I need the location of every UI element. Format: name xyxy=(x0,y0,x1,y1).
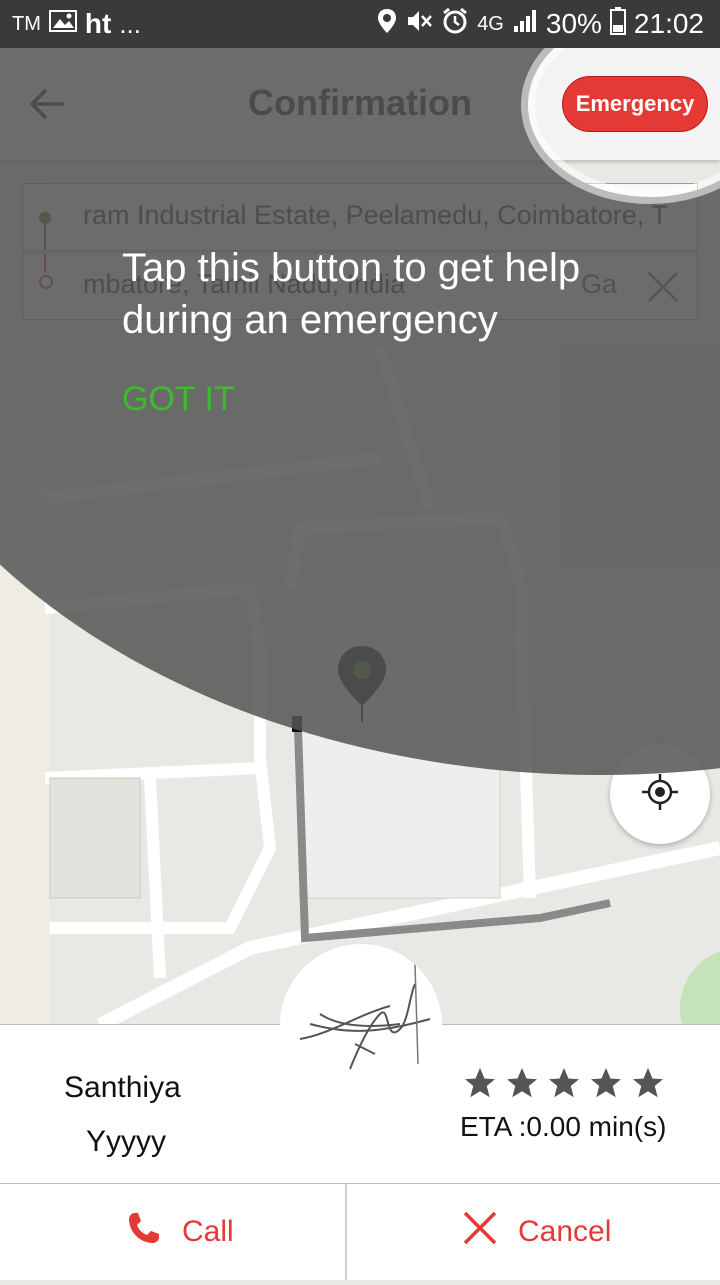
tooltip-message: Tap this button to get help during an em… xyxy=(122,246,581,342)
more-notifications: ... xyxy=(119,8,141,39)
got-it-button[interactable]: GOT IT xyxy=(122,380,235,419)
driver-rating xyxy=(462,1065,666,1101)
call-button[interactable]: Call xyxy=(126,1184,234,1280)
pickup-field[interactable]: ram Industrial Estate, Peelamedu, Coimba… xyxy=(22,183,698,251)
star-icon xyxy=(549,1068,579,1098)
clock: 21:02 xyxy=(633,8,704,39)
star-icon xyxy=(633,1068,663,1098)
status-bar: TM ht ... 4G 30% 21:02 xyxy=(0,0,720,48)
my-location-button[interactable] xyxy=(610,744,710,844)
signature-image xyxy=(299,963,431,1070)
cancel-button[interactable]: Cancel xyxy=(462,1184,611,1280)
emergency-button[interactable]: Emergency xyxy=(562,76,708,132)
close-icon xyxy=(462,1210,498,1254)
pickup-dot-icon xyxy=(39,212,51,224)
action-divider xyxy=(345,1184,347,1280)
driver-first-name: Santhiya xyxy=(64,1071,181,1104)
cancel-label: Cancel xyxy=(518,1215,612,1248)
pickup-address: ram Industrial Estate, Peelamedu, Coimba… xyxy=(83,200,668,230)
driver-avatar xyxy=(280,944,442,1106)
star-icon xyxy=(465,1068,495,1098)
dropoff-dot-icon xyxy=(39,275,53,289)
star-icon xyxy=(591,1068,621,1098)
battery-level: 30% xyxy=(545,8,602,39)
battery-icon xyxy=(609,6,626,42)
alarm-icon xyxy=(441,7,469,42)
star-icon xyxy=(507,1068,537,1098)
tm-indicator: TM xyxy=(12,12,41,35)
image-icon xyxy=(48,9,77,40)
phone-icon xyxy=(126,1210,162,1254)
mute-icon xyxy=(405,8,433,41)
eta-text: ETA :0.00 min(s) xyxy=(460,1111,667,1142)
action-bar: Call Cancel xyxy=(0,1184,720,1280)
route-connector-lower xyxy=(44,253,46,273)
network-type: 4G xyxy=(477,12,504,35)
call-label: Call xyxy=(182,1215,234,1248)
signal-icon xyxy=(512,8,538,41)
app-notification-label: ht xyxy=(84,8,112,39)
crosshair-icon xyxy=(640,772,680,817)
location-icon xyxy=(377,8,397,41)
status-right: 4G 30% 21:02 xyxy=(377,0,704,48)
status-left: TM ht ... xyxy=(12,0,141,48)
route-connector xyxy=(44,224,46,250)
driver-last-name: Yyyyy xyxy=(86,1125,167,1158)
